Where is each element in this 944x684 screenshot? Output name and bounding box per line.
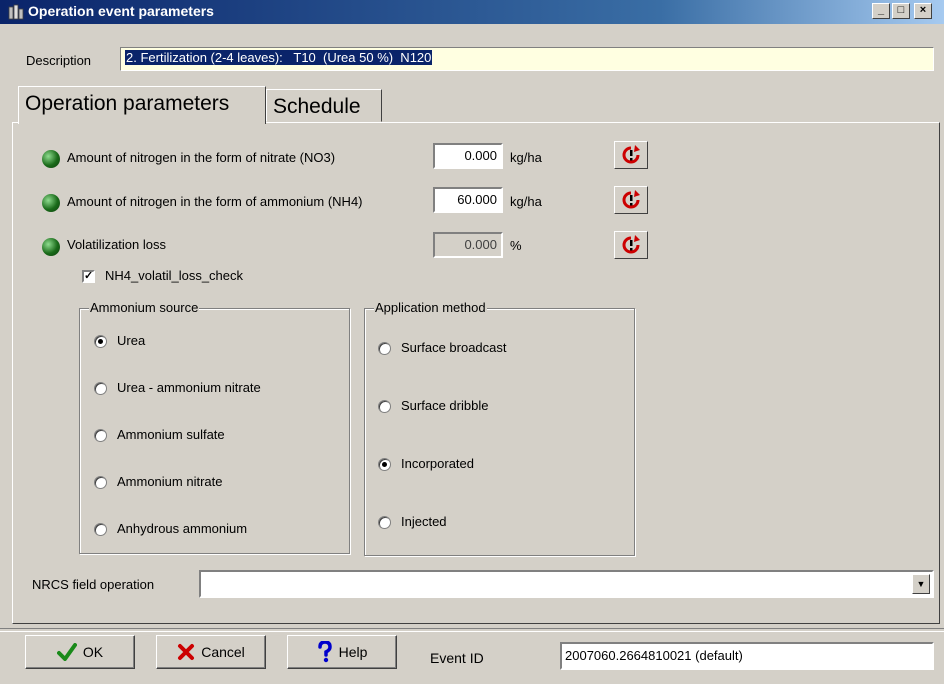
radio-label-urea-ammonium-nitrate: Urea - ammonium nitrate bbox=[117, 380, 261, 395]
cancel-label: Cancel bbox=[201, 644, 245, 660]
ammonium-source-title: Ammonium source bbox=[89, 300, 200, 315]
minimize-button[interactable]: _ bbox=[872, 3, 890, 19]
status-led-icon bbox=[42, 238, 60, 256]
x-icon bbox=[178, 644, 195, 660]
help-label: Help bbox=[338, 644, 368, 660]
ammonium-reset-button[interactable] bbox=[614, 186, 648, 214]
radio-label-anhydrous-ammonium: Anhydrous ammonium bbox=[117, 521, 248, 536]
volatilization-label: Volatilization loss bbox=[67, 237, 166, 252]
checkmark-icon bbox=[56, 643, 77, 661]
radio-ammonium-sulfate[interactable] bbox=[94, 429, 107, 442]
radio-anhydrous-ammonium[interactable] bbox=[94, 523, 107, 536]
radio-surface-broadcast[interactable] bbox=[378, 342, 391, 355]
radio-label-surface-broadcast: Surface broadcast bbox=[401, 340, 507, 355]
ok-button[interactable]: OK bbox=[25, 635, 135, 669]
volatilization-unit: % bbox=[510, 238, 522, 253]
nitrate-unit: kg/ha bbox=[510, 150, 542, 165]
radio-surface-dribble[interactable] bbox=[378, 400, 391, 413]
radio-ammonium-nitrate[interactable] bbox=[94, 476, 107, 489]
event-id-field[interactable]: 2007060.2664810021 (default) bbox=[560, 642, 934, 670]
event-id-label: Event ID bbox=[430, 650, 484, 666]
reset-icon bbox=[622, 190, 640, 209]
radio-label-ammonium-sulfate: Ammonium sulfate bbox=[117, 427, 225, 442]
help-button[interactable]: Help bbox=[287, 635, 397, 669]
radio-label-urea: Urea bbox=[117, 333, 146, 348]
radio-urea[interactable] bbox=[94, 335, 107, 348]
radio-label-incorporated: Incorporated bbox=[401, 456, 474, 471]
reset-icon bbox=[622, 235, 640, 254]
ammonium-unit: kg/ha bbox=[510, 194, 542, 209]
nrcs-select[interactable]: ▼ bbox=[199, 570, 934, 598]
volatil-loss-label: NH4_volatil_loss_check bbox=[105, 268, 244, 283]
close-button[interactable]: × bbox=[914, 3, 932, 19]
ammonium-input[interactable]: 60.000 bbox=[433, 187, 503, 213]
radio-label-injected: Injected bbox=[401, 514, 447, 529]
window-title: Operation event parameters bbox=[28, 3, 214, 19]
application-method-title: Application method bbox=[374, 300, 487, 315]
app-icon bbox=[8, 4, 24, 20]
nitrate-label: Amount of nitrogen in the form of nitrat… bbox=[67, 150, 336, 165]
nitrate-input[interactable]: 0.000 bbox=[433, 143, 503, 169]
divider bbox=[0, 628, 944, 632]
title-bar[interactable]: Operation event parameters _ □ × bbox=[0, 0, 944, 24]
chevron-down-icon[interactable]: ▼ bbox=[912, 574, 930, 594]
radio-incorporated[interactable] bbox=[378, 458, 391, 471]
radio-injected[interactable] bbox=[378, 516, 391, 529]
description-input[interactable]: 2. Fertilization (2-4 leaves): T10 (Urea… bbox=[120, 47, 934, 71]
cancel-button[interactable]: Cancel bbox=[156, 635, 266, 669]
radio-label-ammonium-nitrate: Ammonium nitrate bbox=[117, 474, 223, 489]
volatil-loss-checkbox[interactable]: ✓ bbox=[82, 270, 95, 283]
status-led-icon bbox=[42, 194, 60, 212]
ok-label: OK bbox=[82, 644, 104, 660]
reset-icon bbox=[622, 145, 640, 164]
tab-schedule[interactable]: Schedule bbox=[266, 89, 382, 122]
radio-urea-ammonium-nitrate[interactable] bbox=[94, 382, 107, 395]
ammonium-label: Amount of nitrogen in the form of ammoni… bbox=[67, 194, 363, 209]
volatilization-input: 0.000 bbox=[433, 232, 503, 258]
description-label: Description bbox=[26, 53, 92, 68]
volatilization-reset-button[interactable] bbox=[614, 231, 648, 259]
nrcs-label: NRCS field operation bbox=[32, 577, 155, 592]
nitrate-reset-button[interactable] bbox=[614, 141, 648, 169]
status-led-icon bbox=[42, 150, 60, 168]
question-icon bbox=[317, 641, 332, 663]
tab-operation-parameters[interactable]: Operation parameters bbox=[18, 86, 266, 124]
maximize-button[interactable]: □ bbox=[892, 3, 910, 19]
description-value: 2. Fertilization (2-4 leaves): T10 (Urea… bbox=[125, 50, 433, 65]
radio-label-surface-dribble: Surface dribble bbox=[401, 398, 489, 413]
